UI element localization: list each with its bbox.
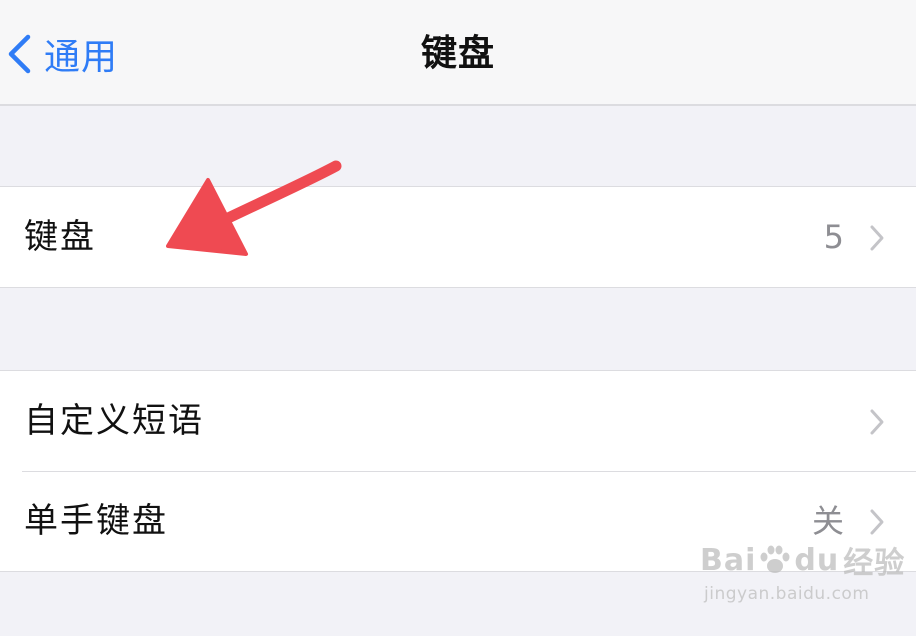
watermark-url: jingyan.baidu.com (704, 584, 870, 604)
text-replacement-cell[interactable]: 自定义短语 (0, 371, 916, 471)
keyboard-count: 5 (823, 218, 844, 256)
annotation-arrow-icon (160, 150, 360, 264)
cell-label: 单手键盘 (24, 501, 168, 541)
baidu-jingyan-watermark: Bai du 经验 jingyan.baidu.com (700, 538, 906, 605)
watermark-brand-cn: 经验 (843, 546, 906, 581)
page-title: 键盘 (420, 33, 495, 74)
keyboards-group: 键盘 5 (0, 186, 916, 288)
chevron-right-icon (868, 408, 886, 436)
cell-label: 自定义短语 (24, 401, 204, 441)
cell-label: 键盘 (24, 217, 96, 257)
navigation-bar: 通用 键盘 (0, 0, 916, 106)
watermark-brand-right: du (794, 542, 840, 578)
paw-icon (758, 543, 792, 577)
chevron-right-icon (868, 224, 886, 252)
watermark-brand-left: Bai (700, 542, 757, 578)
chevron-right-icon (868, 508, 886, 536)
keyboards-cell[interactable]: 键盘 5 (0, 187, 916, 287)
